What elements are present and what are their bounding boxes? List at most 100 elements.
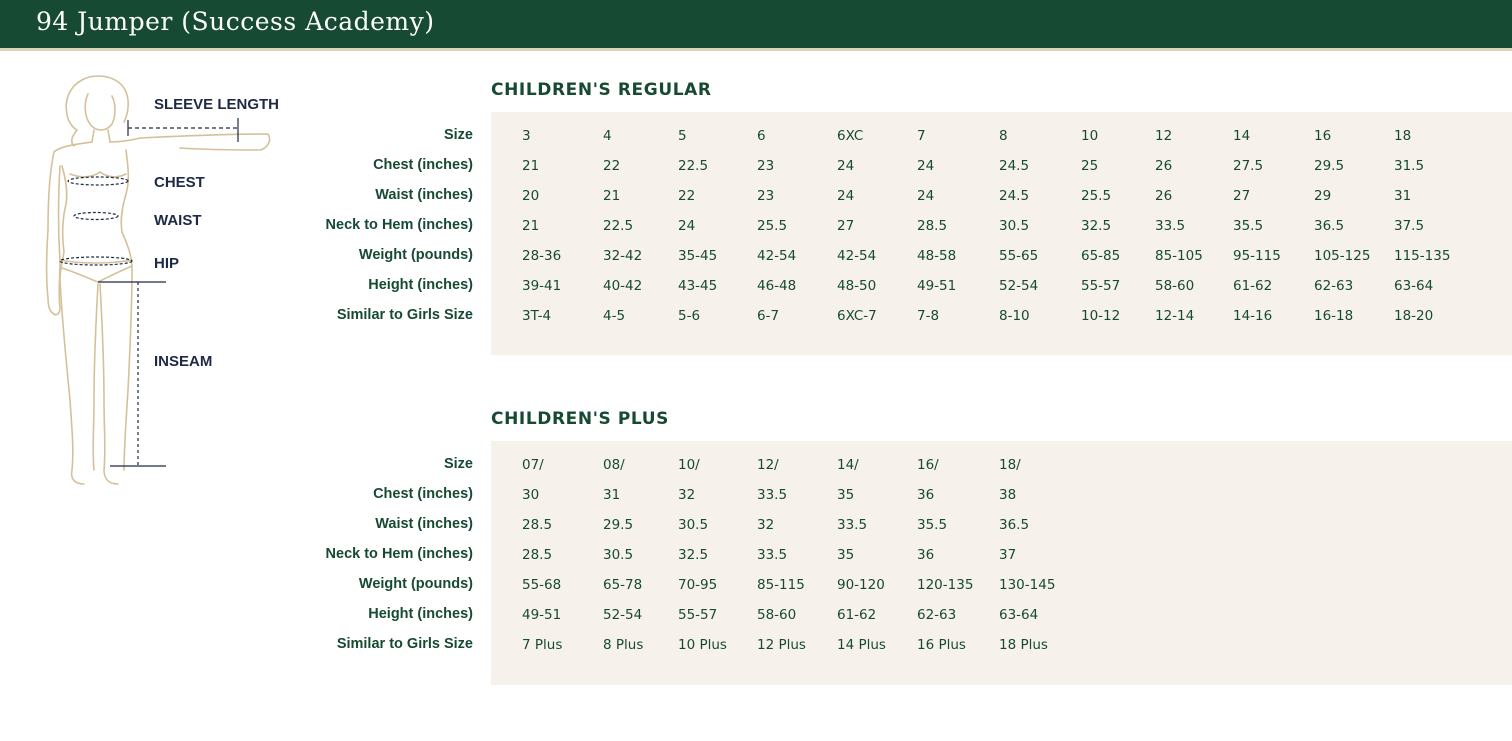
table-cell: 52-54 <box>603 607 643 623</box>
table-cell: 6 <box>757 128 766 144</box>
table-cell: 21 <box>603 188 621 204</box>
table-cell: 36.5 <box>1314 218 1345 234</box>
table-cell: 55-65 <box>999 248 1039 264</box>
table-cell: 36 <box>917 487 935 503</box>
table-cell: 6-7 <box>757 308 780 324</box>
row-label: Height (inches) <box>368 606 473 622</box>
table-cell: 49-51 <box>522 607 562 623</box>
table-cell: 26 <box>1155 188 1173 204</box>
inseam-label: INSEAM <box>154 353 213 370</box>
row-label: Neck to Hem (inches) <box>325 217 473 233</box>
table-cell: 24.5 <box>999 158 1030 174</box>
table-cell: 65-85 <box>1081 248 1121 264</box>
table-cell: 85-105 <box>1155 248 1203 264</box>
table-cell: 55-57 <box>678 607 718 623</box>
table-cell: 16-18 <box>1314 308 1354 324</box>
table-cell: 12 Plus <box>757 637 806 653</box>
table-cell: 130-145 <box>999 577 1056 593</box>
table-cell: 30.5 <box>999 218 1030 234</box>
table-cell: 7 Plus <box>522 637 563 653</box>
row-label: Waist (inches) <box>375 516 473 532</box>
table-cell: 35-45 <box>678 248 718 264</box>
table-cell: 25.5 <box>757 218 788 234</box>
table-cell: 28.5 <box>522 517 553 533</box>
table-cell: 36 <box>917 547 935 563</box>
table-cell: 36.5 <box>999 517 1030 533</box>
table-cell: 10 <box>1081 128 1099 144</box>
table-cell: 12-14 <box>1155 308 1195 324</box>
table-cell: 85-115 <box>757 577 805 593</box>
table-cell: 33.5 <box>1155 218 1186 234</box>
table-cell: 25.5 <box>1081 188 1112 204</box>
row-label: Waist (inches) <box>375 187 473 203</box>
table-cell: 63-64 <box>1394 278 1434 294</box>
table-cell: 10-12 <box>1081 308 1121 324</box>
table-cell: 21 <box>522 218 540 234</box>
table-cell: 14 Plus <box>837 637 886 653</box>
table-cell: 105-125 <box>1314 248 1371 264</box>
row-label: Weight (pounds) <box>358 576 473 592</box>
table-cell: 21 <box>522 158 540 174</box>
table-cell: 24 <box>678 218 696 234</box>
table-cell: 8-10 <box>999 308 1030 324</box>
page-header: 94 Jumper (Success Academy) <box>0 0 1512 51</box>
table-cell: 4-5 <box>603 308 626 324</box>
table-cell: 58-60 <box>1155 278 1195 294</box>
table-cell: 08/ <box>603 457 625 473</box>
table-cell: 62-63 <box>1314 278 1354 294</box>
table-cell: 31 <box>1394 188 1412 204</box>
sleeve-length-label: SLEEVE LENGTH <box>154 96 280 113</box>
table-cell: 3 <box>522 128 531 144</box>
table-cell: 18-20 <box>1394 308 1434 324</box>
table-cell: 10/ <box>678 457 700 473</box>
table-cell: 35 <box>837 487 855 503</box>
table-cell: 37 <box>999 547 1017 563</box>
table-cell: 46-48 <box>757 278 797 294</box>
table-cell: 29.5 <box>603 517 634 533</box>
table-cell: 40-42 <box>603 278 643 294</box>
table-cell: 10 Plus <box>678 637 727 653</box>
table-cell: 24 <box>917 158 935 174</box>
table-cell: 20 <box>522 188 540 204</box>
table-cell: 22 <box>678 188 696 204</box>
table-cell: 29.5 <box>1314 158 1345 174</box>
table-cell: 37.5 <box>1394 218 1425 234</box>
table-cell: 115-135 <box>1394 248 1451 264</box>
hip-label: HIP <box>154 255 180 272</box>
table-cell: 48-50 <box>837 278 877 294</box>
table-cell: 24.5 <box>999 188 1030 204</box>
table-cell: 22 <box>603 158 621 174</box>
table-cell: 90-120 <box>837 577 885 593</box>
row-label: Chest (inches) <box>373 486 473 502</box>
table-cell: 58-60 <box>757 607 797 623</box>
table-cell: 5-6 <box>678 308 701 324</box>
table-cell: 52-54 <box>999 278 1039 294</box>
table-cell: 6XC <box>837 128 864 144</box>
table-cell: 49-51 <box>917 278 957 294</box>
table-cell: 16/ <box>917 457 939 473</box>
table-cell: 43-45 <box>678 278 718 294</box>
table-cell: 35.5 <box>1233 218 1264 234</box>
table-cell: 33.5 <box>757 487 788 503</box>
table-cell: 5 <box>678 128 687 144</box>
table-cell: 22.5 <box>678 158 709 174</box>
table-cell: 42-54 <box>757 248 797 264</box>
table-cell: 22.5 <box>603 218 634 234</box>
table-cell: 6XC-7 <box>837 308 877 324</box>
table-cell: 28-36 <box>522 248 562 264</box>
row-label: Chest (inches) <box>373 157 473 173</box>
table-cell: 30.5 <box>603 547 634 563</box>
row-label: Height (inches) <box>368 277 473 293</box>
table-cell: 18/ <box>999 457 1021 473</box>
table-cell: 62-63 <box>917 607 957 623</box>
table-cell: 18 <box>1394 128 1412 144</box>
table-cell: 27 <box>837 218 855 234</box>
table-cell: 33.5 <box>757 547 788 563</box>
table-cell: 31.5 <box>1394 158 1425 174</box>
table-cell: 32.5 <box>678 547 709 563</box>
table-cell: 16 <box>1314 128 1332 144</box>
table-cell: 61-62 <box>1233 278 1273 294</box>
table-cell: 42-54 <box>837 248 877 264</box>
row-label: Size <box>443 127 473 143</box>
body-outline-illustration <box>45 75 271 485</box>
